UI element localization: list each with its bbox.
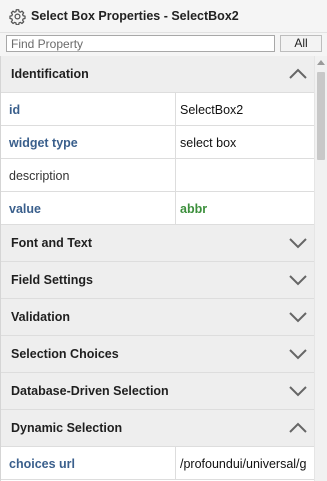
- gear-icon: [9, 9, 26, 25]
- property-row-description: description: [1, 159, 314, 192]
- property-value-description[interactable]: [176, 159, 314, 191]
- chevron-down-icon[interactable]: [288, 311, 308, 323]
- property-name: choices url: [1, 447, 176, 479]
- scrollbar-thumb[interactable]: [317, 72, 325, 160]
- chevron-up-icon[interactable]: [288, 422, 308, 434]
- section-label: Selection Choices: [11, 347, 119, 361]
- chevron-down-icon[interactable]: [288, 385, 308, 397]
- chevron-down-icon[interactable]: [288, 348, 308, 360]
- section-dynamic-selection[interactable]: Dynamic Selection: [1, 410, 314, 447]
- chevron-up-icon[interactable]: [288, 68, 308, 80]
- chevron-down-icon[interactable]: [288, 274, 308, 286]
- find-property-input[interactable]: [6, 35, 275, 52]
- section-selection-choices[interactable]: Selection Choices: [1, 336, 314, 373]
- section-database-driven-selection[interactable]: Database-Driven Selection: [1, 373, 314, 410]
- property-value-id[interactable]: SelectBox2: [176, 93, 314, 125]
- vertical-scrollbar[interactable]: [314, 56, 327, 481]
- properties-title-bar: Select Box Properties - SelectBox2: [0, 0, 327, 33]
- chevron-down-icon[interactable]: [288, 237, 308, 249]
- section-field-settings[interactable]: Field Settings: [1, 262, 314, 299]
- property-name: value: [1, 192, 176, 224]
- property-row-choices-url: choices url /profoundui/universal/g: [1, 447, 314, 480]
- property-name: description: [1, 159, 176, 191]
- section-label: Identification: [11, 67, 89, 81]
- property-value-choices-url[interactable]: /profoundui/universal/g: [176, 447, 314, 479]
- property-name: widget type: [1, 126, 176, 158]
- section-label: Font and Text: [11, 236, 93, 250]
- section-label: Database-Driven Selection: [11, 384, 169, 398]
- property-name: id: [1, 93, 176, 125]
- property-value-widget-type[interactable]: select box: [176, 126, 314, 158]
- section-label: Dynamic Selection: [11, 421, 123, 435]
- property-row-value: value abbr: [1, 192, 314, 225]
- all-button[interactable]: All: [280, 35, 322, 52]
- panel-title: Select Box Properties - SelectBox2: [31, 9, 239, 23]
- section-label: Validation: [11, 310, 71, 324]
- property-row-widget-type: widget type select box: [1, 126, 314, 159]
- property-value-value[interactable]: abbr: [176, 192, 314, 224]
- property-grid: Identification id SelectBox2 widget type…: [0, 56, 314, 481]
- scroll-up-arrow-icon[interactable]: [317, 60, 325, 65]
- search-row: All: [0, 33, 327, 56]
- section-font-and-text[interactable]: Font and Text: [1, 225, 314, 262]
- section-validation[interactable]: Validation: [1, 299, 314, 336]
- section-label: Field Settings: [11, 273, 93, 287]
- section-identification[interactable]: Identification: [1, 56, 314, 93]
- property-row-id: id SelectBox2: [1, 93, 314, 126]
